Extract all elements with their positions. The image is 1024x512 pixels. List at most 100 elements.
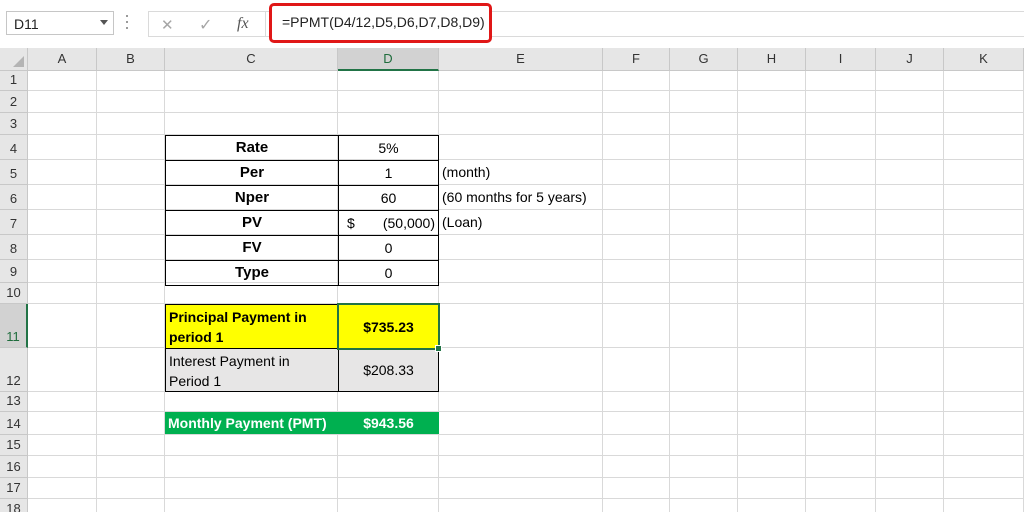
- input-label-rate[interactable]: Rate: [165, 135, 339, 161]
- row-header-2[interactable]: 2: [0, 91, 28, 113]
- row-number: 2: [9, 94, 18, 109]
- name-box[interactable]: D11: [6, 11, 114, 35]
- interest-value-cell[interactable]: $208.33: [338, 348, 439, 392]
- row-header-15[interactable]: 15: [0, 435, 28, 456]
- monthly-label: Monthly Payment (PMT): [168, 415, 327, 431]
- row-header-11[interactable]: 11: [0, 304, 28, 348]
- row-number: 11: [6, 329, 20, 344]
- gridline-vertical: [805, 71, 806, 512]
- more-options-icon[interactable]: [125, 12, 129, 32]
- gridline-horizontal: [28, 477, 1024, 478]
- row-header-13[interactable]: 13: [0, 392, 28, 412]
- input-label-pv[interactable]: PV: [165, 210, 339, 236]
- column-header-h[interactable]: H: [738, 48, 806, 71]
- gridline-horizontal: [28, 90, 1024, 91]
- interest-value: $208.33: [363, 362, 414, 378]
- formula-highlight-box[interactable]: =PPMT(D4/12,D5,D6,D7,D8,D9): [269, 3, 492, 43]
- interest-label-line2: Period 1: [169, 373, 222, 389]
- row-header-4[interactable]: 4: [0, 135, 28, 160]
- row-header-8[interactable]: 8: [0, 235, 28, 260]
- gridline-vertical: [943, 71, 944, 512]
- column-header-k[interactable]: K: [944, 48, 1024, 71]
- column-header-b[interactable]: B: [97, 48, 165, 71]
- row-number: 17: [6, 480, 21, 495]
- name-box-value: D11: [14, 16, 39, 32]
- row-number: 6: [9, 191, 18, 206]
- input-value-per[interactable]: 1: [338, 160, 439, 186]
- row-header-10[interactable]: 10: [0, 283, 28, 304]
- gridline-vertical: [737, 71, 738, 512]
- spreadsheet-grid: ABCDEFGHIJK 1 2 3 4 5 6 7 8 9 10 11 12 13 14 15 16 17 18 …: [0, 48, 1024, 512]
- column-header-i[interactable]: I: [806, 48, 876, 71]
- fill-handle[interactable]: [435, 345, 442, 352]
- note-nper[interactable]: (60 months for 5 years): [442, 185, 587, 211]
- principal-label-line2: period 1: [169, 329, 224, 345]
- interest-label-line1: Interest Payment in: [169, 353, 290, 369]
- check-icon[interactable]: ✓: [199, 15, 212, 34]
- select-all-button[interactable]: [0, 48, 28, 71]
- row-number: 5: [9, 166, 18, 181]
- pv-amount: (50,000): [382, 215, 435, 231]
- monthly-value-cell[interactable]: $943.56: [338, 412, 439, 434]
- close-icon[interactable]: ✕: [161, 16, 174, 34]
- row-header-9[interactable]: 9: [0, 260, 28, 283]
- row-header-14[interactable]: 14: [0, 412, 28, 435]
- row-header-3[interactable]: 3: [0, 113, 28, 135]
- gridline-horizontal: [28, 455, 1024, 456]
- row-number: 3: [9, 116, 18, 131]
- input-value-rate[interactable]: 5%: [338, 135, 439, 161]
- column-header-j[interactable]: J: [876, 48, 944, 71]
- column-header-c[interactable]: C: [165, 48, 338, 71]
- column-header-a[interactable]: A: [28, 48, 97, 71]
- row-header-7[interactable]: 7: [0, 210, 28, 235]
- interest-label-cell[interactable]: Interest Payment in Period 1: [165, 348, 339, 392]
- principal-label-cell[interactable]: Principal Payment in period 1: [165, 304, 339, 349]
- row-header-5[interactable]: 5: [0, 160, 28, 185]
- row-number: 8: [9, 241, 18, 256]
- row-header-17[interactable]: 17: [0, 478, 28, 499]
- row-number: 4: [9, 141, 18, 156]
- gridline-horizontal: [28, 112, 1024, 113]
- column-header-d[interactable]: D: [338, 48, 439, 71]
- row-number: 16: [6, 459, 21, 474]
- note-pv[interactable]: (Loan): [442, 210, 482, 236]
- row-number: 12: [6, 373, 21, 388]
- note-per[interactable]: (month): [442, 160, 490, 186]
- input-label-fv[interactable]: FV: [165, 235, 339, 261]
- input-value-nper[interactable]: 60: [338, 185, 439, 211]
- row-header-18[interactable]: 18: [0, 499, 28, 512]
- row-header-16[interactable]: 16: [0, 456, 28, 478]
- row-header-6[interactable]: 6: [0, 185, 28, 210]
- formula-buttons: ✕ ✓ fx: [148, 11, 266, 37]
- cell-selection[interactable]: [337, 303, 440, 350]
- input-value-fv[interactable]: 0: [338, 235, 439, 261]
- gridline-vertical: [669, 71, 670, 512]
- insert-function-button[interactable]: fx: [237, 15, 249, 33]
- column-header-e[interactable]: E: [439, 48, 603, 71]
- column-header-g[interactable]: G: [670, 48, 738, 71]
- row-header-1[interactable]: 1: [0, 71, 28, 91]
- row-number: 9: [9, 264, 18, 279]
- gridline-vertical: [96, 71, 97, 512]
- select-all-icon: [13, 56, 24, 67]
- chevron-down-icon[interactable]: [100, 20, 108, 25]
- gridline-vertical: [602, 71, 603, 512]
- column-header-f[interactable]: F: [603, 48, 670, 71]
- row-header-12[interactable]: 12: [0, 348, 28, 392]
- row-number: 10: [6, 285, 21, 300]
- gridline-vertical: [875, 71, 876, 512]
- row-number: 13: [6, 393, 21, 408]
- monthly-label-cell[interactable]: Monthly Payment (PMT): [165, 412, 339, 434]
- row-number: 7: [9, 216, 18, 231]
- input-value-pv[interactable]: $ (50,000): [338, 210, 439, 236]
- gridline-horizontal: [28, 498, 1024, 499]
- input-label-per[interactable]: Per: [165, 160, 339, 186]
- row-number: 1: [9, 72, 18, 87]
- row-number: 18: [6, 501, 21, 512]
- input-label-type[interactable]: Type: [165, 260, 339, 286]
- input-label-nper[interactable]: Nper: [165, 185, 339, 211]
- monthly-value: $943.56: [363, 415, 414, 431]
- input-value-type[interactable]: 0: [338, 260, 439, 286]
- row-number: 14: [6, 416, 21, 431]
- gridline-horizontal: [28, 434, 1024, 435]
